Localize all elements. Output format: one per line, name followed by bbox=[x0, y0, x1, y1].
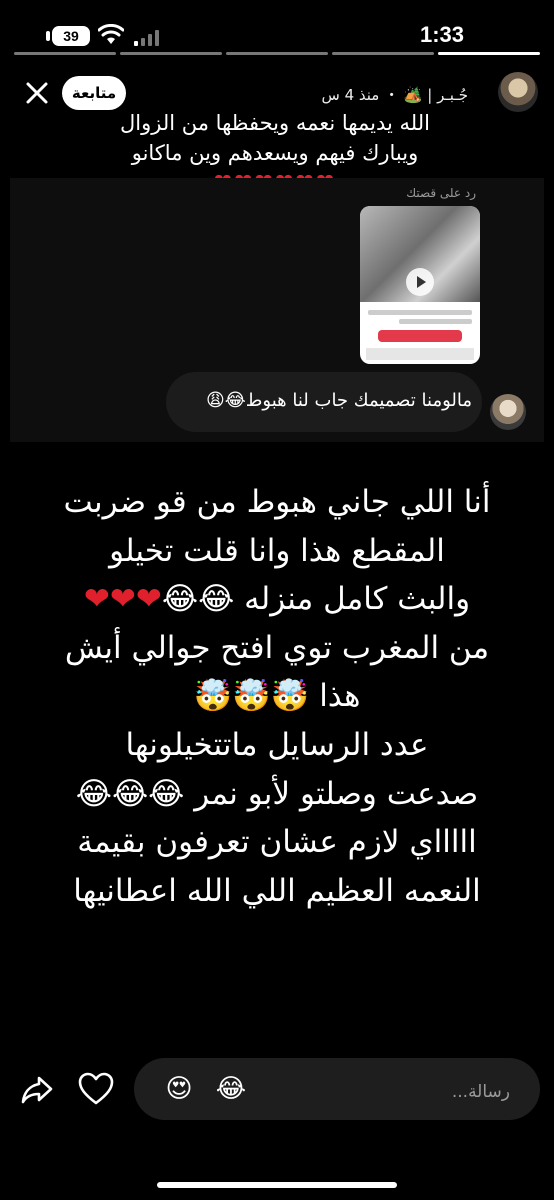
play-icon bbox=[406, 268, 434, 296]
caption-line: الله يديمها نعمه ويحفظها من الزوال bbox=[120, 111, 430, 135]
share-icon[interactable] bbox=[20, 1072, 54, 1106]
caption-line: ويبارك فيهم ويسعدهم وين ماكانو bbox=[131, 141, 419, 165]
progress-segment bbox=[14, 52, 116, 55]
story-main-text: أنا اللي جاني هبوط من قو ضربت المقطع هذا… bbox=[30, 478, 524, 915]
text-line: اااااي لازم عشان تعرفون بقيمة bbox=[77, 824, 477, 861]
text-line: صدعت وصلتو لأبو نمر 😂😂😂 bbox=[75, 775, 479, 812]
text-line: من المغرب توي افتح جوالي أيش bbox=[64, 629, 490, 666]
battery-icon: 39 bbox=[52, 26, 90, 46]
reply-avatar bbox=[490, 394, 526, 430]
follow-button[interactable]: متابعة bbox=[62, 76, 126, 110]
avatar[interactable] bbox=[498, 72, 538, 112]
status-time: 1:33 bbox=[420, 22, 465, 47]
text-line: النعمه العظيم اللي الله اعطانيها bbox=[73, 872, 481, 909]
close-icon[interactable] bbox=[22, 78, 52, 108]
progress-segment bbox=[120, 52, 222, 55]
story-thumbnail bbox=[360, 206, 480, 364]
red-hearts: ❤❤❤ bbox=[83, 581, 162, 618]
thumbnail-red-banner bbox=[378, 330, 462, 342]
text-line: المقطع هذا وانا قلت تخيلو bbox=[109, 532, 445, 569]
heart-icon[interactable] bbox=[78, 1072, 114, 1106]
thumbnail-text-lines bbox=[368, 306, 472, 328]
message-placeholder: رسالة... bbox=[451, 1082, 510, 1102]
progress-segment bbox=[226, 52, 328, 55]
progress-segment bbox=[332, 52, 434, 55]
quick-reaction-heart-eyes[interactable]: 😍 bbox=[162, 1072, 196, 1106]
quick-reaction-laugh[interactable]: 😂 bbox=[214, 1072, 248, 1106]
progress-segment bbox=[438, 52, 540, 55]
text-line: عدد الرسايل ماتتخيلونها bbox=[125, 726, 429, 763]
story-username[interactable]: جُـبـر | 🏕️ ・ منذ 4 س bbox=[321, 84, 468, 105]
signal-icon bbox=[134, 30, 160, 46]
reply-label: رد على قصتك bbox=[406, 186, 476, 200]
thumbnail-footer bbox=[366, 348, 474, 360]
wifi-icon bbox=[98, 24, 124, 44]
text-line: والبث كامل منزله 😂😂❤❤❤ bbox=[30, 575, 524, 624]
text-line: أنا اللي جاني هبوط من قو ضربت bbox=[63, 484, 491, 520]
home-indicator[interactable] bbox=[157, 1182, 397, 1188]
text-segment: والبث كامل منزله 😂😂 bbox=[161, 581, 471, 618]
text-line: هذا 🤯🤯🤯 bbox=[193, 678, 361, 715]
story-progress bbox=[14, 52, 540, 55]
battery-tip bbox=[46, 31, 50, 41]
reply-message-text: مالومنا تصميمك جاب لنا هبوط😂😩 bbox=[205, 390, 472, 411]
